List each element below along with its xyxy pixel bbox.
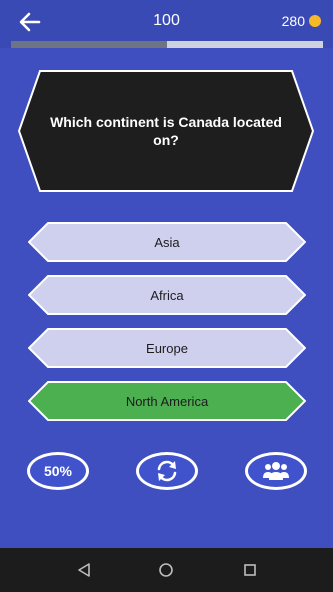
question-text: Which continent is Canada located on? <box>50 114 282 148</box>
answer-option-label: Europe <box>146 340 188 356</box>
question-card: Which continent is Canada located on? <box>18 70 314 192</box>
answer-option-1[interactable]: Asia <box>28 222 306 262</box>
swap-question-button[interactable] <box>136 452 198 490</box>
nav-home-button[interactable] <box>154 558 178 582</box>
coin-counter: 280 <box>282 13 321 29</box>
ask-audience-button[interactable] <box>245 452 307 490</box>
progress-fill <box>11 41 167 48</box>
gold-coin-icon <box>309 15 321 27</box>
answer-option-3[interactable]: Europe <box>28 328 306 368</box>
group-icon <box>263 462 289 480</box>
nav-back-icon <box>78 563 90 577</box>
answer-option-2[interactable]: Africa <box>28 275 306 315</box>
system-navigation-bar <box>0 548 333 592</box>
question-progress-bar <box>11 41 323 48</box>
nav-recents-icon <box>244 564 256 576</box>
answer-option-label: Africa <box>150 287 184 303</box>
answer-option-label: Asia <box>154 234 180 250</box>
top-bar: 100 280 <box>0 0 333 48</box>
nav-home-icon <box>159 563 173 577</box>
nav-back-button[interactable] <box>72 558 96 582</box>
answer-option-label: North America <box>125 393 209 409</box>
fifty-fifty-button[interactable]: 50% <box>27 452 89 490</box>
fifty-fifty-label: 50% <box>43 463 73 479</box>
coin-count: 280 <box>281 13 305 29</box>
nav-recents-button[interactable] <box>238 558 262 582</box>
answer-option-4[interactable]: North America <box>28 381 306 421</box>
refresh-icon <box>157 460 177 482</box>
